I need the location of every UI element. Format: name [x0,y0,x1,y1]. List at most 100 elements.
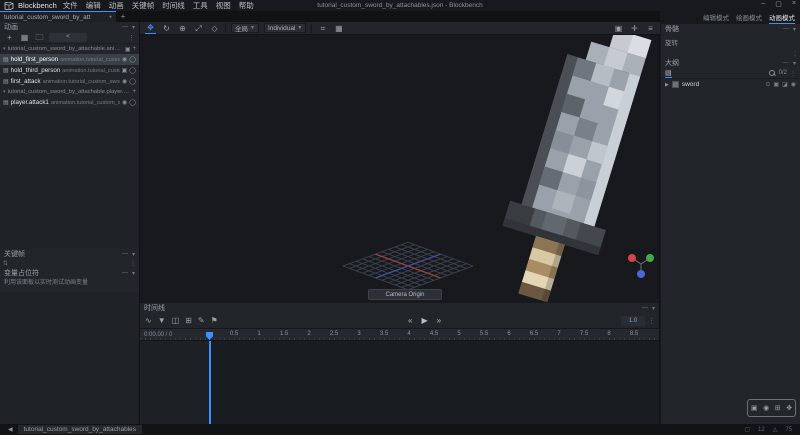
chevron-right-icon[interactable]: ▶ [665,82,669,88]
timeline-body[interactable] [140,341,659,424]
play-icon[interactable]: ▶ [421,316,427,325]
menu-item[interactable]: 工具 [193,0,208,11]
more-options-icon[interactable]: ⋮ [790,70,796,77]
panel-resize-handle[interactable]: ⋮ [661,50,800,58]
animation-row[interactable]: ▤ first_attack animation.tutorial_custom… [0,76,139,87]
play-animation-icon[interactable]: ◯ [129,67,136,74]
panel-collapse-icon[interactable]: — [122,270,128,277]
corner-screenshot-icon[interactable]: ▣ [751,404,758,412]
maximize-button[interactable]: ▢ [775,0,782,8]
quad-view-icon[interactable]: ✛ [629,23,640,34]
rotate-tool-icon[interactable]: ↻ [161,23,172,34]
play-animation-icon[interactable]: ◯ [129,99,136,106]
animation-row[interactable]: ▤ player.attack1 animation.tutorial_cust… [0,97,139,108]
eye-visibility-icon[interactable]: ◉ [791,81,796,88]
transform-space-dropdown[interactable]: 全局 ▼ [231,23,259,33]
chevron-down-icon[interactable]: ▾ [132,270,135,277]
chevron-down-icon[interactable]: ▾ [793,60,796,67]
corner-record-icon[interactable]: ◉ [763,404,769,412]
panel-collapse-icon[interactable]: — [122,24,128,31]
titlebar: Blockbench 文件编辑动画关键帧时间线工具视图帮助 tutorial_c… [0,0,800,11]
bone-panel-title: 骨骼 [665,24,679,34]
project-tab[interactable]: tutorial_custom_sword_by_att ● [0,11,116,22]
filter-channels-icon[interactable]: ▼ [158,316,166,325]
corner-grid-icon[interactable]: ⊞ [775,404,781,412]
sort-icon[interactable]: ⇅ [3,260,8,267]
chevron-left-icon[interactable]: ◀ [8,426,13,433]
play-animation-icon[interactable]: ◯ [129,78,136,85]
jump-end-icon[interactable]: » [437,316,441,325]
preview-menu-icon[interactable]: ≡ [645,23,656,34]
menu-item[interactable]: 视图 [216,0,231,11]
camera-angle-pill[interactable]: Camera Origin [368,289,442,300]
more-options-icon[interactable]: ⋮ [128,34,135,42]
animation-row[interactable]: ▤ hold_first_person animation.tutorial_c… [0,54,139,65]
animation-controller-icon[interactable]: ▦ [19,32,30,43]
save-file-icon[interactable]: ▣ [125,46,131,53]
resize-tool-icon[interactable]: ⤢ [193,23,204,34]
export-toggle-icon[interactable]: ▣ [773,81,779,88]
jump-start-icon[interactable]: « [408,316,412,325]
screenshot-icon[interactable]: ▣ [613,23,624,34]
pivot-tool-icon[interactable]: ⊕ [177,23,188,34]
menu-item[interactable]: 帮助 [239,0,254,11]
tab-animate-mode[interactable]: 动画模式 [769,12,795,24]
import-animation-icon[interactable]: 🗀 [34,32,45,43]
chevron-down-icon[interactable]: ▾ [132,251,135,258]
viewport-3d[interactable]: Camera Origin [140,35,660,303]
transform-pivot-dropdown[interactable]: Individual ▼ [264,23,306,33]
panel-collapse-icon[interactable]: — [783,60,789,67]
more-options-icon[interactable]: ⋮ [648,317,655,325]
pivot-visibility-icon[interactable]: ⊙ [765,81,770,88]
back-button[interactable]: < [49,33,87,42]
save-animation-icon[interactable]: ▣ [122,67,128,74]
corner-move-icon[interactable]: ✥ [786,404,792,412]
panel-collapse-icon[interactable]: — [783,26,789,33]
chevron-down-icon[interactable]: ▾ [793,26,796,33]
play-animation-icon[interactable]: ◯ [129,56,136,63]
ik-toggle-icon[interactable]: ▦ [333,23,344,34]
chevron-down-icon[interactable]: ▾ [652,305,655,312]
vertex-snap-icon[interactable]: ◇ [209,23,220,34]
menu-item[interactable]: 文件 [63,0,78,11]
select-effects-icon[interactable]: ⊞ [185,316,192,325]
search-icon[interactable] [769,70,776,77]
panel-collapse-icon[interactable]: — [122,251,128,258]
outliner-view-icon[interactable]: ▤ [665,69,672,78]
minimize-button[interactable]: – [761,0,765,8]
chevron-down-icon[interactable]: ▾ [132,24,135,31]
move-tool-icon[interactable]: ✥ [145,22,156,34]
keyframe-snap-icon[interactable]: ⌗ [317,23,328,34]
panel-collapse-icon[interactable]: — [642,305,648,312]
drag-handle-icon[interactable]: ⋮ [130,260,136,267]
animation-row[interactable]: ▤ hold_third_person animation.tutorial_c… [0,65,139,76]
sword-model [485,35,660,303]
graph-editor-icon[interactable]: ∿ [145,316,152,325]
add-animation-icon[interactable]: + [132,89,136,95]
menu-item[interactable]: 动画 [109,0,124,11]
save-animation-icon[interactable]: ◉ [122,56,127,63]
tab-edit-mode[interactable]: 编辑模式 [703,12,729,23]
outliner-row-sword[interactable]: ▶ sword ⊙ ▣ ◪ ◉ [661,79,800,90]
menu-item[interactable]: 关键帧 [132,0,155,11]
animation-file-row[interactable]: ▾ tutorial_custom_sword_by_attachable.an… [0,44,139,54]
playback-speed-input[interactable]: 1.0 [621,316,645,326]
save-animation-icon[interactable]: ◉ [122,78,127,85]
add-animation-icon[interactable]: + [4,32,15,43]
marker-flag-icon[interactable]: ⚑ [211,316,218,325]
new-tab-button[interactable]: + [116,11,130,22]
add-animation-icon[interactable]: + [132,46,136,52]
menu-item[interactable]: 时间线 [162,0,185,11]
save-animation-icon[interactable]: ◉ [122,99,127,106]
edit-keyframe-icon[interactable]: ✎ [198,316,205,325]
close-button[interactable]: × [792,0,796,8]
status-project-tab[interactable]: tutorial_custom_sword_by_attachables [18,425,142,434]
tab-close-icon[interactable]: ● [109,14,112,20]
tab-paint-mode[interactable]: 绘画模式 [736,12,762,23]
playhead-line[interactable] [209,341,211,424]
menu-item[interactable]: 编辑 [86,0,101,11]
snap-keyframe-icon[interactable]: ◫ [172,316,180,325]
lock-icon[interactable]: ◪ [782,81,788,88]
animation-file-row[interactable]: ▾ tutorial_custom_sword_by_attachable.pl… [0,87,139,97]
timeline-ruler[interactable]: 0:00.00 / 0 0.511.522.533.544.555.566.57… [140,329,659,341]
